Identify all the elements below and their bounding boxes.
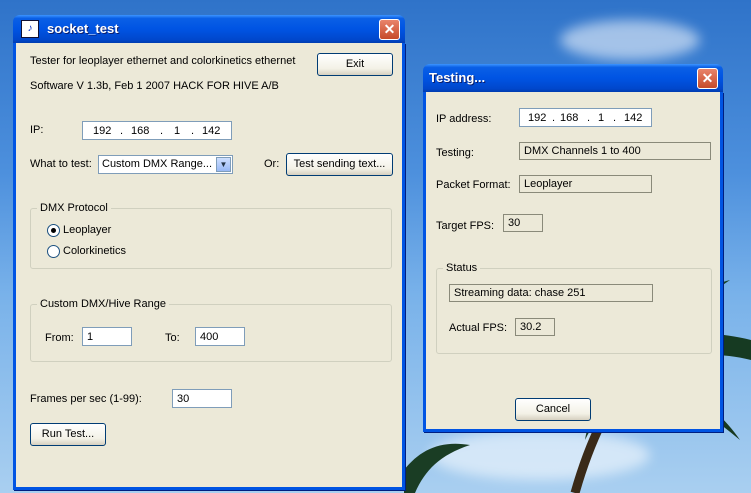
ip-address-field[interactable]: 192 . 168 . 1 . 142 bbox=[82, 121, 232, 140]
packet-format-value: Leoplayer bbox=[519, 175, 652, 193]
ip-octet-1: 192 bbox=[528, 112, 547, 124]
what-to-test-label: What to test: bbox=[30, 158, 92, 170]
colorkinetics-label[interactable]: Colorkinetics bbox=[63, 245, 126, 257]
ip-octet-3: 1 bbox=[598, 112, 605, 124]
target-fps-value: 30 bbox=[503, 214, 543, 232]
to-input[interactable]: 400 bbox=[195, 327, 245, 346]
ip-dot: . bbox=[552, 112, 556, 124]
ip-octet-1: 192 bbox=[93, 125, 112, 137]
main-close-button[interactable]: ✕ bbox=[379, 19, 400, 40]
version-text: Software V 1.3b, Feb 1 2007 HACK FOR HIV… bbox=[30, 80, 279, 92]
custom-range-group: Custom DMX/Hive Range From: 1 To: 400 bbox=[30, 298, 392, 362]
packet-format-label: Packet Format: bbox=[436, 179, 511, 191]
testing-close-button[interactable]: ✕ bbox=[697, 68, 718, 89]
close-icon: ✕ bbox=[701, 70, 714, 86]
ip-dot: . bbox=[587, 112, 591, 124]
ip-octet-2: 168 bbox=[131, 125, 150, 137]
what-to-test-value: Custom DMX Range... bbox=[102, 158, 213, 170]
ip-dot: . bbox=[120, 125, 124, 137]
dmx-protocol-label: DMX Protocol bbox=[37, 202, 111, 214]
status-value: Streaming data: chase 251 bbox=[449, 284, 653, 302]
dmx-protocol-group: DMX Protocol Leoplayer Colorkinetics bbox=[30, 202, 392, 269]
chevron-down-icon[interactable]: ▼ bbox=[216, 157, 231, 172]
app-icon: ♪ bbox=[21, 20, 39, 38]
actual-fps-label: Actual FPS: bbox=[449, 322, 508, 334]
main-titlebar[interactable]: ♪ socket_test ✕ bbox=[13, 15, 405, 43]
main-window-title: socket_test bbox=[47, 21, 119, 36]
fps-input[interactable]: 30 bbox=[172, 389, 232, 408]
colorkinetics-radio[interactable] bbox=[47, 245, 60, 258]
ip-octet-3: 1 bbox=[174, 125, 181, 137]
custom-range-label: Custom DMX/Hive Range bbox=[37, 298, 169, 310]
leoplayer-label[interactable]: Leoplayer bbox=[63, 224, 111, 236]
main-window: ♪ socket_test ✕ Tester for leoplayer eth… bbox=[13, 15, 405, 490]
status-label: Status bbox=[443, 262, 481, 274]
testing-label: Testing: bbox=[436, 147, 474, 159]
status-group: Status Streaming data: chase 251 Actual … bbox=[436, 262, 712, 354]
target-fps-label: Target FPS: bbox=[436, 220, 495, 232]
from-label: From: bbox=[45, 332, 74, 344]
leoplayer-radio[interactable] bbox=[47, 224, 60, 237]
what-to-test-select[interactable]: Custom DMX Range... ▼ bbox=[98, 155, 233, 174]
cancel-button[interactable]: Cancel bbox=[515, 398, 591, 421]
ip-dot: . bbox=[613, 112, 617, 124]
description-text: Tester for leoplayer ethernet and colork… bbox=[30, 55, 296, 67]
exit-button[interactable]: Exit bbox=[317, 53, 393, 76]
to-label: To: bbox=[165, 332, 180, 344]
testing-value: DMX Channels 1 to 400 bbox=[519, 142, 711, 160]
testing-window: Testing... ✕ IP address: 192 . 168 . 1 .… bbox=[423, 64, 723, 432]
testing-titlebar[interactable]: Testing... ✕ bbox=[423, 64, 723, 92]
ip-label: IP: bbox=[30, 124, 44, 136]
ip-address-label: IP address: bbox=[436, 113, 492, 125]
from-input[interactable]: 1 bbox=[82, 327, 132, 346]
run-test-button[interactable]: Run Test... bbox=[30, 423, 106, 446]
testing-window-title: Testing... bbox=[429, 70, 486, 85]
test-sending-text-button[interactable]: Test sending text... bbox=[286, 153, 393, 176]
or-label: Or: bbox=[264, 158, 280, 170]
close-icon: ✕ bbox=[383, 21, 396, 37]
ip-dot: . bbox=[160, 125, 164, 137]
ip-octet-4: 142 bbox=[624, 112, 643, 124]
testing-ip-field[interactable]: 192 . 168 . 1 . 142 bbox=[519, 108, 652, 127]
fps-label: Frames per sec (1-99): bbox=[30, 393, 142, 405]
ip-octet-4: 142 bbox=[202, 125, 221, 137]
actual-fps-value: 30.2 bbox=[515, 318, 555, 336]
ip-octet-2: 168 bbox=[560, 112, 579, 124]
ip-dot: . bbox=[191, 125, 195, 137]
